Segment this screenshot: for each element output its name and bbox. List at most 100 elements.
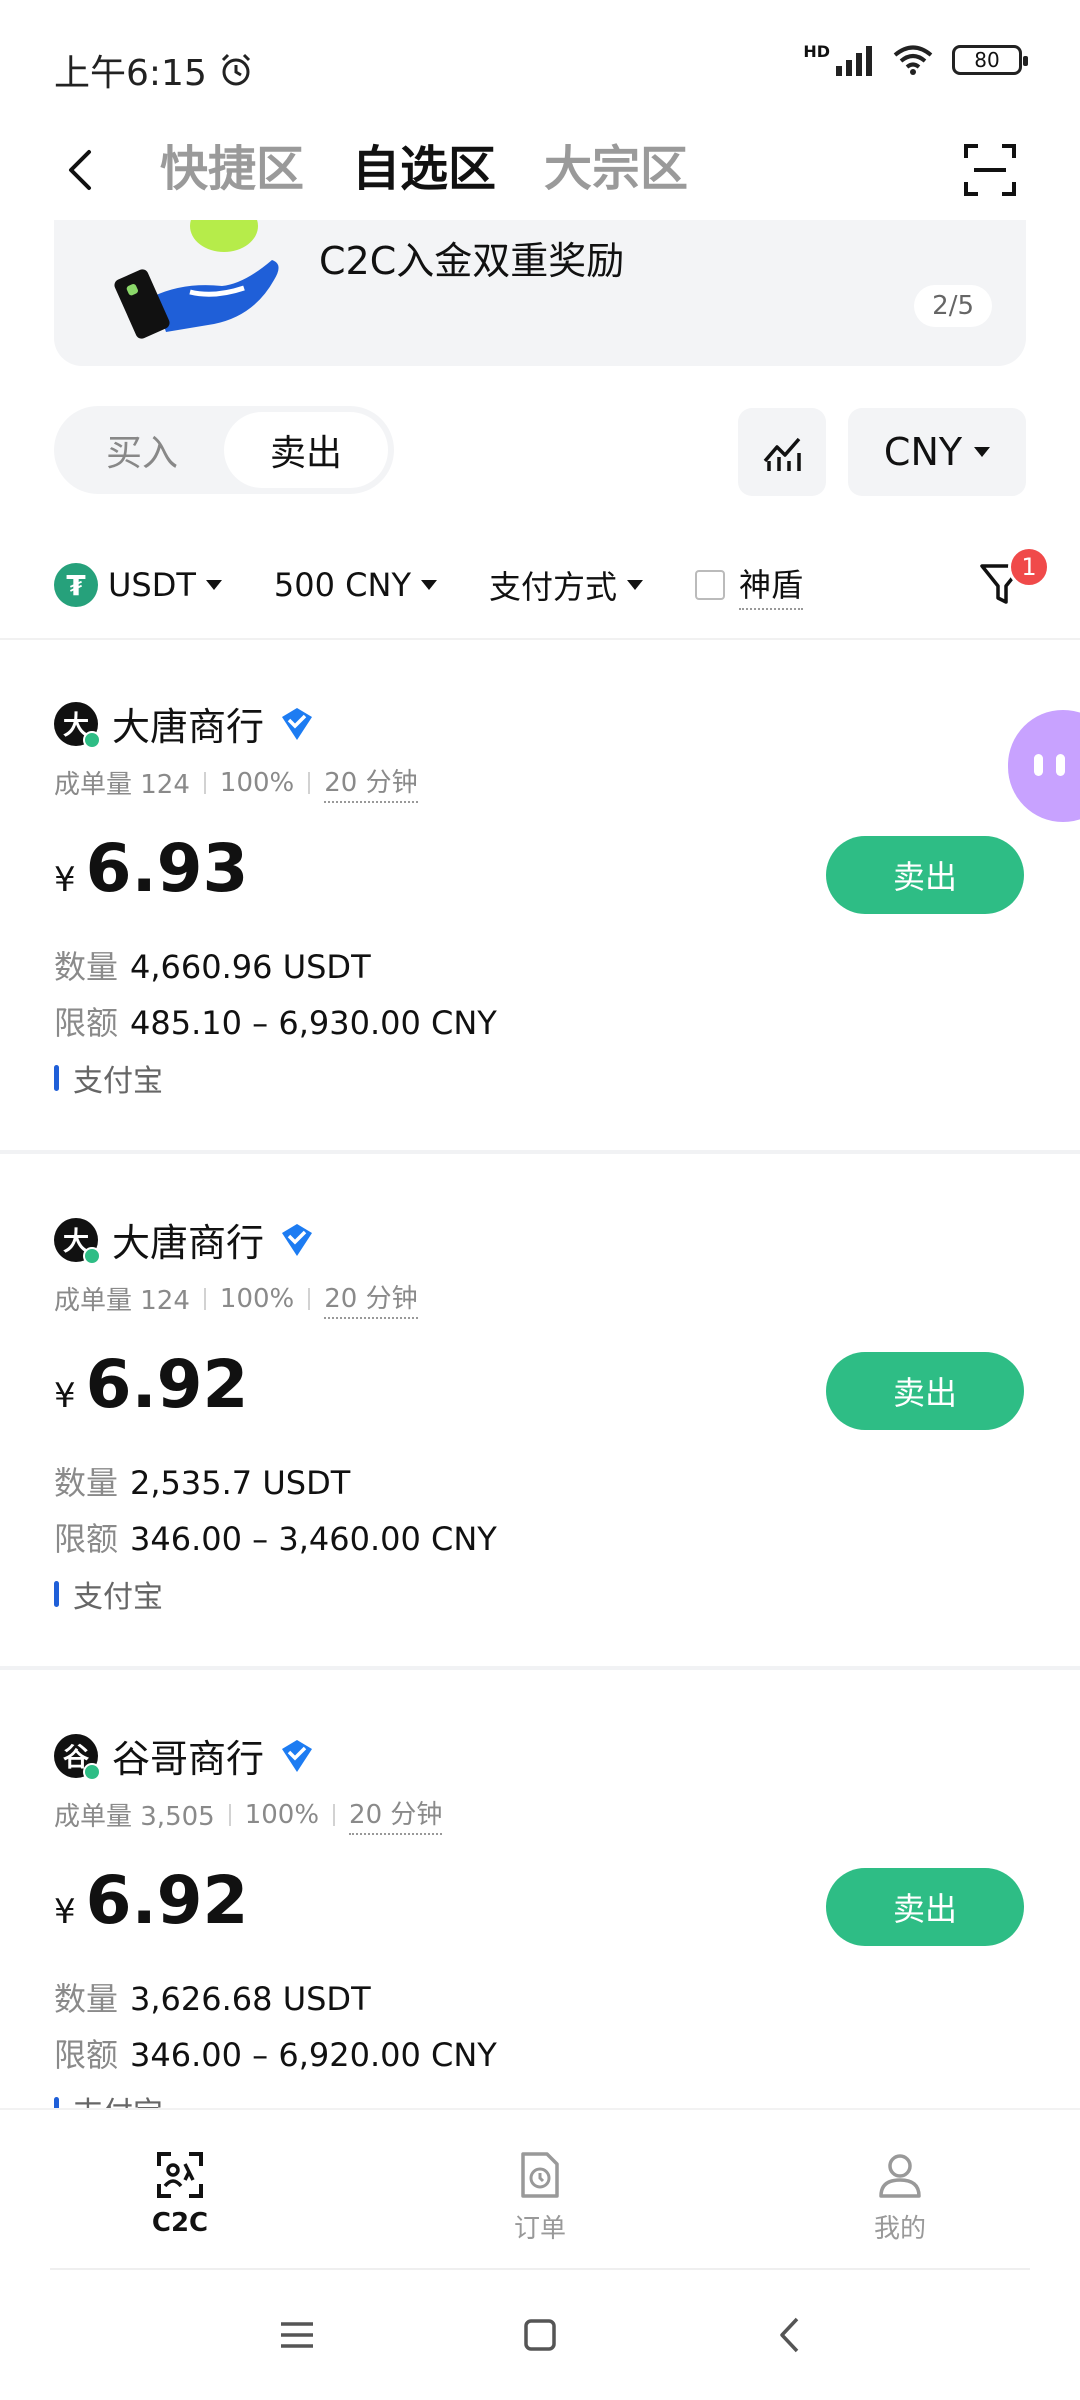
c2c-icon [157,2152,203,2198]
banner-page-indicator: 2/5 [914,285,992,327]
separator [308,771,311,794]
tab-bulk-zone[interactable]: 大宗区 [544,134,688,204]
payment-bar [54,1065,59,1091]
payment-filter[interactable]: 支付方式 [489,562,644,608]
asset-label: USDT [108,566,196,604]
advanced-filter-button[interactable]: 1 [978,546,1050,608]
payment-method-label: 支付宝 [73,1064,163,1099]
shield-filter[interactable]: 神盾 [695,560,804,610]
battery-icon: 80 [952,45,1028,75]
payment-time: 20 分钟 [324,1278,418,1319]
header: 快捷区 自选区 大宗区 [0,120,1080,220]
system-back-button[interactable] [764,2315,814,2355]
quantity-line: 数量 4,660.96 USDT [54,942,371,988]
wifi-icon [893,45,933,75]
chevron-left-icon [69,150,91,190]
caret-down-icon [421,580,437,590]
clock-text: 上午6:15 [54,53,207,94]
buy-option[interactable]: 买入 [60,412,224,488]
quantity-label: 数量 [54,948,119,986]
separator [203,1287,206,1310]
price-value: 6.92 [85,1346,249,1423]
limit-value: 346.00 – 3,460.00 CNY [130,1520,497,1558]
status-icons: HD 80 [803,41,1028,76]
system-nav-bar [0,2270,1080,2400]
merchant-stats: 成单量 124 100% 20 分钟 [54,762,418,803]
alarm-icon [221,53,250,86]
bot-eye [1034,754,1043,776]
nav-profile-label: 我的 [873,2214,926,2244]
merchant-stats: 成单量 3,505 100% 20 分钟 [54,1794,443,1835]
listing-card[interactable]: 大 大唐商行 成单量 124 100% 20 分钟 ¥ 6.93 卖出 数量 4,… [0,640,1080,1154]
sell-button[interactable]: 卖出 [826,1868,1024,1946]
payment-method: 支付宝 [54,1572,163,1616]
order-count: 成单量 124 [54,1286,190,1316]
separator [228,1803,231,1826]
quantity-label: 数量 [54,1464,119,1502]
nav-c2c[interactable]: C2C [120,2150,240,2238]
asset-filter[interactable]: ₮ USDT [54,563,222,607]
sell-button[interactable]: 卖出 [826,836,1024,914]
payment-method: 支付宝 [54,1056,163,1100]
quantity-label: 数量 [54,1980,119,2018]
price: ¥ 6.92 [54,1346,248,1423]
back-triangle-icon [780,2317,799,2353]
verified-icon [282,707,313,740]
network-type: HD [803,41,830,61]
back-button[interactable] [50,140,110,200]
zone-tabs: 快捷区 自选区 大宗区 [160,134,688,204]
limit-value: 485.10 – 6,930.00 CNY [130,1004,497,1042]
currency-label: CNY [883,430,963,474]
price-chart-button[interactable] [738,408,826,496]
bot-eye [1056,754,1065,776]
tab-quick-zone[interactable]: 快捷区 [160,134,304,204]
menu-button[interactable] [272,2315,322,2355]
payment-method-label: 支付宝 [73,1580,163,1615]
merchant-name: 大唐商行 [112,705,265,749]
scan-icon [964,144,1016,196]
nav-orders[interactable]: 订单 [480,2150,600,2245]
hand-card-icon [114,220,279,339]
caret-down-icon [974,447,991,457]
separator [333,1803,336,1826]
filter-count-badge: 1 [1008,546,1050,588]
menu-icon [281,2322,313,2348]
limit-value: 346.00 – 6,920.00 CNY [130,2036,497,2074]
signal-icon [836,46,872,76]
merchant-row[interactable]: 谷 谷哥商行 [54,1728,316,1783]
currency-symbol: ¥ [54,1376,76,1416]
shield-label: 神盾 [739,560,804,610]
banner-text: C2C入金双重奖励 [319,239,625,283]
amount-filter[interactable]: 500 CNY [274,566,437,604]
currency-selector[interactable]: CNY [848,408,1026,496]
quantity-value: 2,535.7 USDT [130,1464,351,1502]
payment-time: 20 分钟 [324,762,418,803]
verified-icon [282,1223,313,1256]
home-button[interactable] [515,2315,565,2355]
nav-profile[interactable]: 我的 [840,2150,960,2245]
merchant-row[interactable]: 大 大唐商行 [54,1212,316,1267]
sell-option[interactable]: 卖出 [224,412,388,488]
tab-custom-zone[interactable]: 自选区 [352,134,496,204]
merchant-name: 谷哥商行 [112,1737,265,1781]
price: ¥ 6.92 [54,1862,248,1939]
home-square-icon [524,2319,556,2351]
listing-card[interactable]: 大 大唐商行 成单量 124 100% 20 分钟 ¥ 6.92 卖出 数量 2,… [0,1156,1080,1670]
merchant-row[interactable]: 大 大唐商行 [54,696,316,751]
quantity-value: 4,660.96 USDT [130,948,371,986]
payment-label: 支付方式 [489,568,618,606]
chart-icon [763,437,801,471]
sell-button[interactable]: 卖出 [826,1352,1024,1430]
payment-time: 20 分钟 [349,1794,443,1835]
promo-banner[interactable]: C2C入金双重奖励 2/5 [54,220,1026,366]
completion-rate: 100% [219,1283,295,1314]
separator [203,771,206,794]
amount-label: 500 CNY [273,566,411,604]
limit-label: 限额 [54,1520,119,1558]
payment-bar [54,1581,59,1607]
scan-button[interactable] [960,140,1020,200]
filter-row: ₮ USDT 500 CNY 支付方式 神盾 1 [54,546,1050,618]
quantity-value: 3,626.68 USDT [130,1980,371,2018]
currency-symbol: ¥ [54,1892,76,1932]
shield-checkbox[interactable] [695,570,726,600]
